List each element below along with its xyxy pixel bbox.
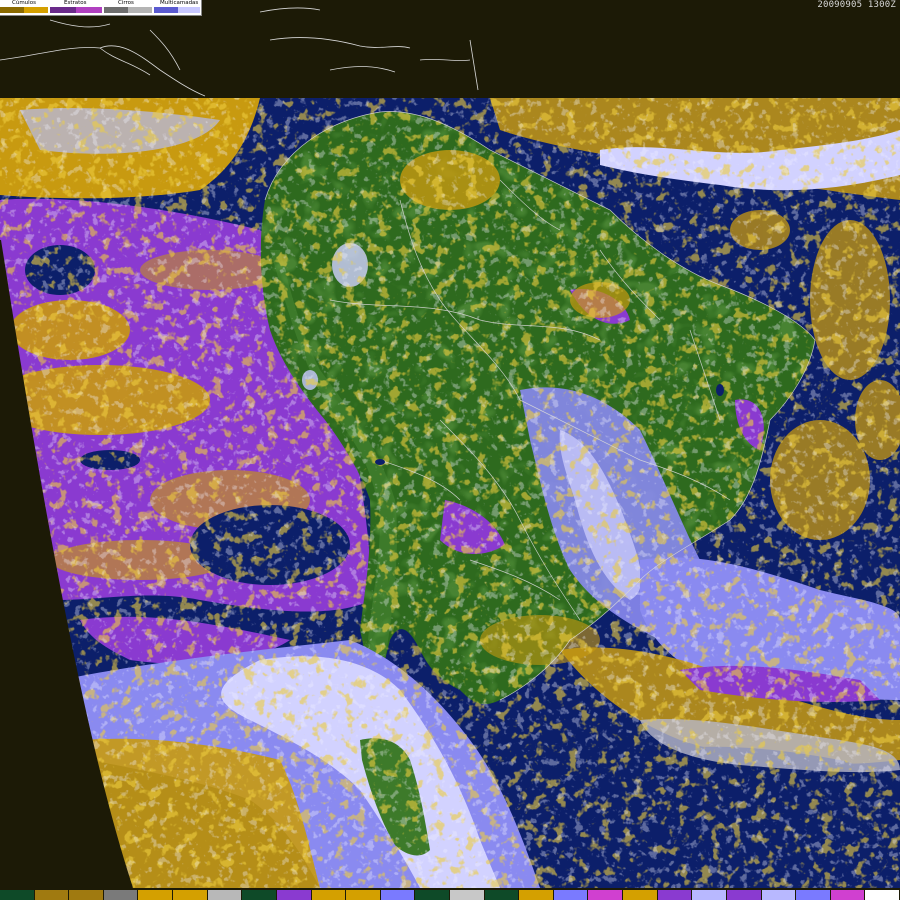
palette-swatch <box>415 890 449 900</box>
color-palette-bar <box>0 890 900 900</box>
legend-swatch <box>76 7 102 13</box>
legend-swatch <box>128 7 152 13</box>
palette-swatch <box>276 890 311 900</box>
palette-swatch <box>484 890 519 900</box>
palette-swatch <box>450 890 484 900</box>
palette-swatch <box>761 890 796 900</box>
legend-swatch <box>0 7 24 13</box>
palette-swatch <box>692 890 726 900</box>
palette-swatch <box>623 890 657 900</box>
palette-swatch <box>796 890 830 900</box>
palette-swatch <box>242 890 276 900</box>
cloud-class-legend: Cúmulos Estratos Cirros Multicamadas <box>0 0 202 16</box>
palette-swatch <box>138 890 173 900</box>
palette-swatch <box>346 890 380 900</box>
palette-swatch <box>588 890 623 900</box>
palette-swatch <box>865 890 899 900</box>
palette-swatch <box>657 890 692 900</box>
palette-swatch <box>103 890 138 900</box>
palette-swatch <box>69 890 103 900</box>
palette-swatch <box>553 890 588 900</box>
legend-label-cirrus: Cirros <box>118 0 134 6</box>
palette-swatch <box>173 890 207 900</box>
palette-swatch <box>830 890 865 900</box>
legend-swatch <box>104 7 128 13</box>
lake-titicaca <box>375 459 385 465</box>
palette-swatch <box>207 890 242 900</box>
legend-swatch <box>24 7 48 13</box>
legend-label-cumulus: Cúmulos <box>12 0 36 6</box>
palette-swatch <box>519 890 553 900</box>
legend-swatch <box>50 7 76 13</box>
lake-sobradinho <box>716 384 724 396</box>
palette-swatch <box>34 890 69 900</box>
palette-swatch <box>380 890 415 900</box>
legend-swatch <box>178 7 200 13</box>
palette-swatch <box>726 890 761 900</box>
legend-swatch <box>154 7 178 13</box>
image-timestamp: 20090905 1300Z <box>817 0 896 10</box>
palette-swatch <box>311 890 346 900</box>
satellite-cloud-map <box>0 0 900 900</box>
legend-label-multilayer: Multicamadas <box>160 0 199 6</box>
legend-label-stratus: Estratos <box>64 0 87 6</box>
palette-swatch <box>0 890 34 900</box>
cirrus-speckle <box>0 98 900 888</box>
